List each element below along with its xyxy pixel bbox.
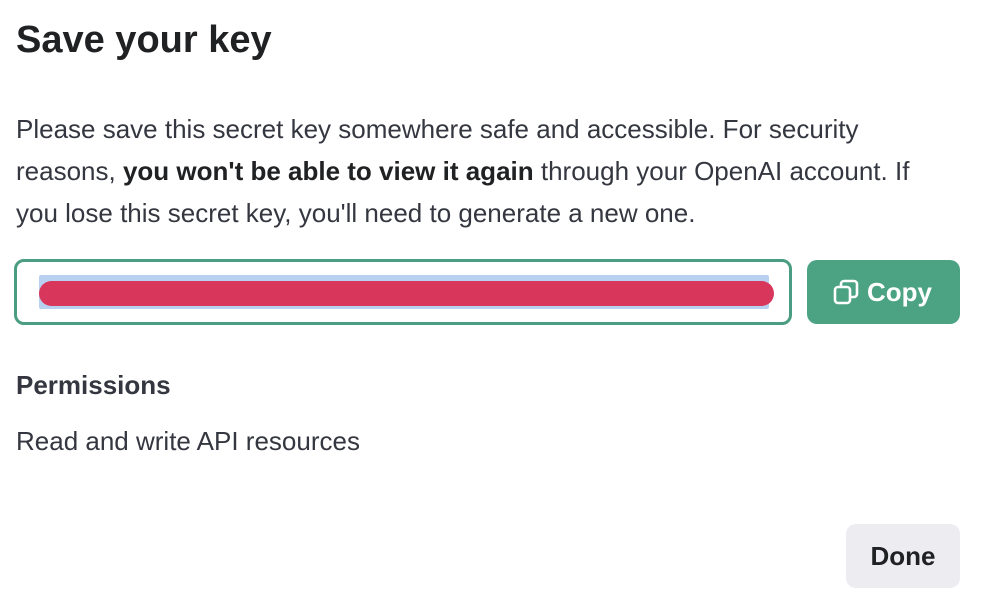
copy-icon: [831, 277, 861, 307]
description-emphasis: you won't be able to view it again: [122, 156, 534, 186]
save-key-dialog: Save your key Please save this secret ke…: [0, 0, 990, 612]
secret-key-value[interactable]: [43, 278, 763, 308]
copy-button[interactable]: Copy: [807, 260, 960, 324]
done-button[interactable]: Done: [846, 524, 960, 588]
secret-key-row: Copy: [14, 259, 960, 325]
copy-button-label: Copy: [867, 276, 932, 307]
permissions-value: Read and write API resources: [16, 426, 360, 456]
dialog-description: Please save this secret key somewhere sa…: [16, 108, 956, 234]
dialog-title: Save your key: [16, 19, 272, 61]
secret-key-field[interactable]: [14, 259, 792, 325]
permissions-heading: Permissions: [16, 370, 171, 400]
